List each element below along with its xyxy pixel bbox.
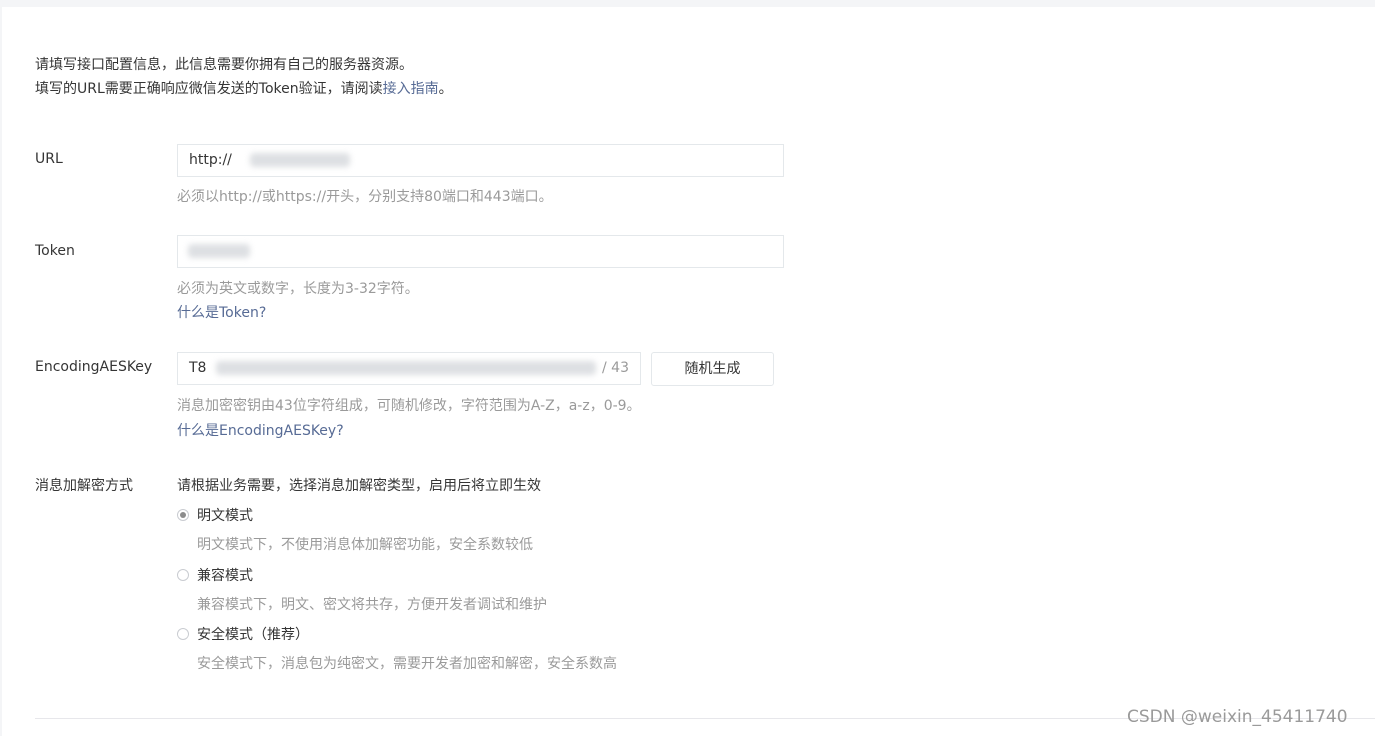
encryption-mode-description: 请根据业务需要，选择消息加解密类型，启用后将立即生效 [177, 478, 541, 494]
compatible-mode-option[interactable]: 兼容模式 [177, 565, 253, 585]
encryption-mode-label: 消息加解密方式 [35, 478, 133, 494]
aes-key-input-value: T8 [189, 360, 207, 376]
token-label: Token [35, 243, 75, 259]
intro-line-2-text: 填写的URL需要正确响应微信发送的Token验证，请阅读 [35, 81, 383, 97]
redacted-blur [188, 244, 250, 258]
what-is-aes-key-link[interactable]: 什么是EncodingAESKey? [177, 420, 344, 440]
csdn-watermark: CSDN @weixin_45411740 [1127, 707, 1348, 727]
config-panel: 请填写接口配置信息，此信息需要你拥有自己的服务器资源。 填写的URL需要正确响应… [2, 7, 1375, 736]
redacted-blur [216, 361, 596, 375]
compatible-mode-radio[interactable] [177, 569, 189, 581]
aes-key-help-text: 消息加密密钥由43位字符组成，可随机修改，字符范围为A-Z，a-z，0-9。 [177, 398, 641, 414]
token-input[interactable] [177, 235, 784, 268]
redacted-blur [250, 153, 350, 167]
compatible-mode-label: 兼容模式 [197, 568, 253, 584]
secure-mode-option[interactable]: 安全模式（推荐） [177, 624, 309, 644]
url-label: URL [35, 151, 63, 167]
secure-mode-radio[interactable] [177, 628, 189, 640]
random-generate-button[interactable]: 随机生成 [651, 352, 774, 386]
plaintext-mode-label: 明文模式 [197, 508, 253, 524]
intro-line-1: 请填写接口配置信息，此信息需要你拥有自己的服务器资源。 [35, 57, 413, 73]
aes-key-label: EncodingAESKey [35, 359, 153, 375]
url-help-text: 必须以http://或https://开头，分别支持80端口和443端口。 [177, 189, 553, 205]
plaintext-mode-desc: 明文模式下，不使用消息体加解密功能，安全系数较低 [197, 537, 533, 553]
compatible-mode-desc: 兼容模式下，明文、密文将共存，方便开发者调试和维护 [197, 597, 547, 613]
access-guide-link[interactable]: 接入指南 [383, 81, 439, 97]
url-input[interactable]: http:// [177, 144, 784, 177]
url-input-value: http:// [189, 152, 232, 168]
aes-key-char-counter: / 43 [602, 360, 629, 376]
aes-key-input[interactable]: T8 / 43 [177, 352, 641, 385]
token-help-text: 必须为英文或数字，长度为3-32字符。 [177, 281, 419, 297]
intro-text: 请填写接口配置信息，此信息需要你拥有自己的服务器资源。 填写的URL需要正确响应… [35, 53, 453, 101]
plaintext-mode-option[interactable]: 明文模式 [177, 505, 253, 525]
intro-line-2: 填写的URL需要正确响应微信发送的Token验证，请阅读接入指南。 [35, 77, 453, 101]
intro-line-2-end: 。 [438, 81, 453, 97]
secure-mode-desc: 安全模式下，消息包为纯密文，需要开发者加密和解密，安全系数高 [197, 656, 617, 672]
plaintext-mode-radio[interactable] [177, 509, 189, 521]
secure-mode-label: 安全模式（推荐） [197, 627, 309, 643]
what-is-token-link[interactable]: 什么是Token? [177, 302, 266, 322]
